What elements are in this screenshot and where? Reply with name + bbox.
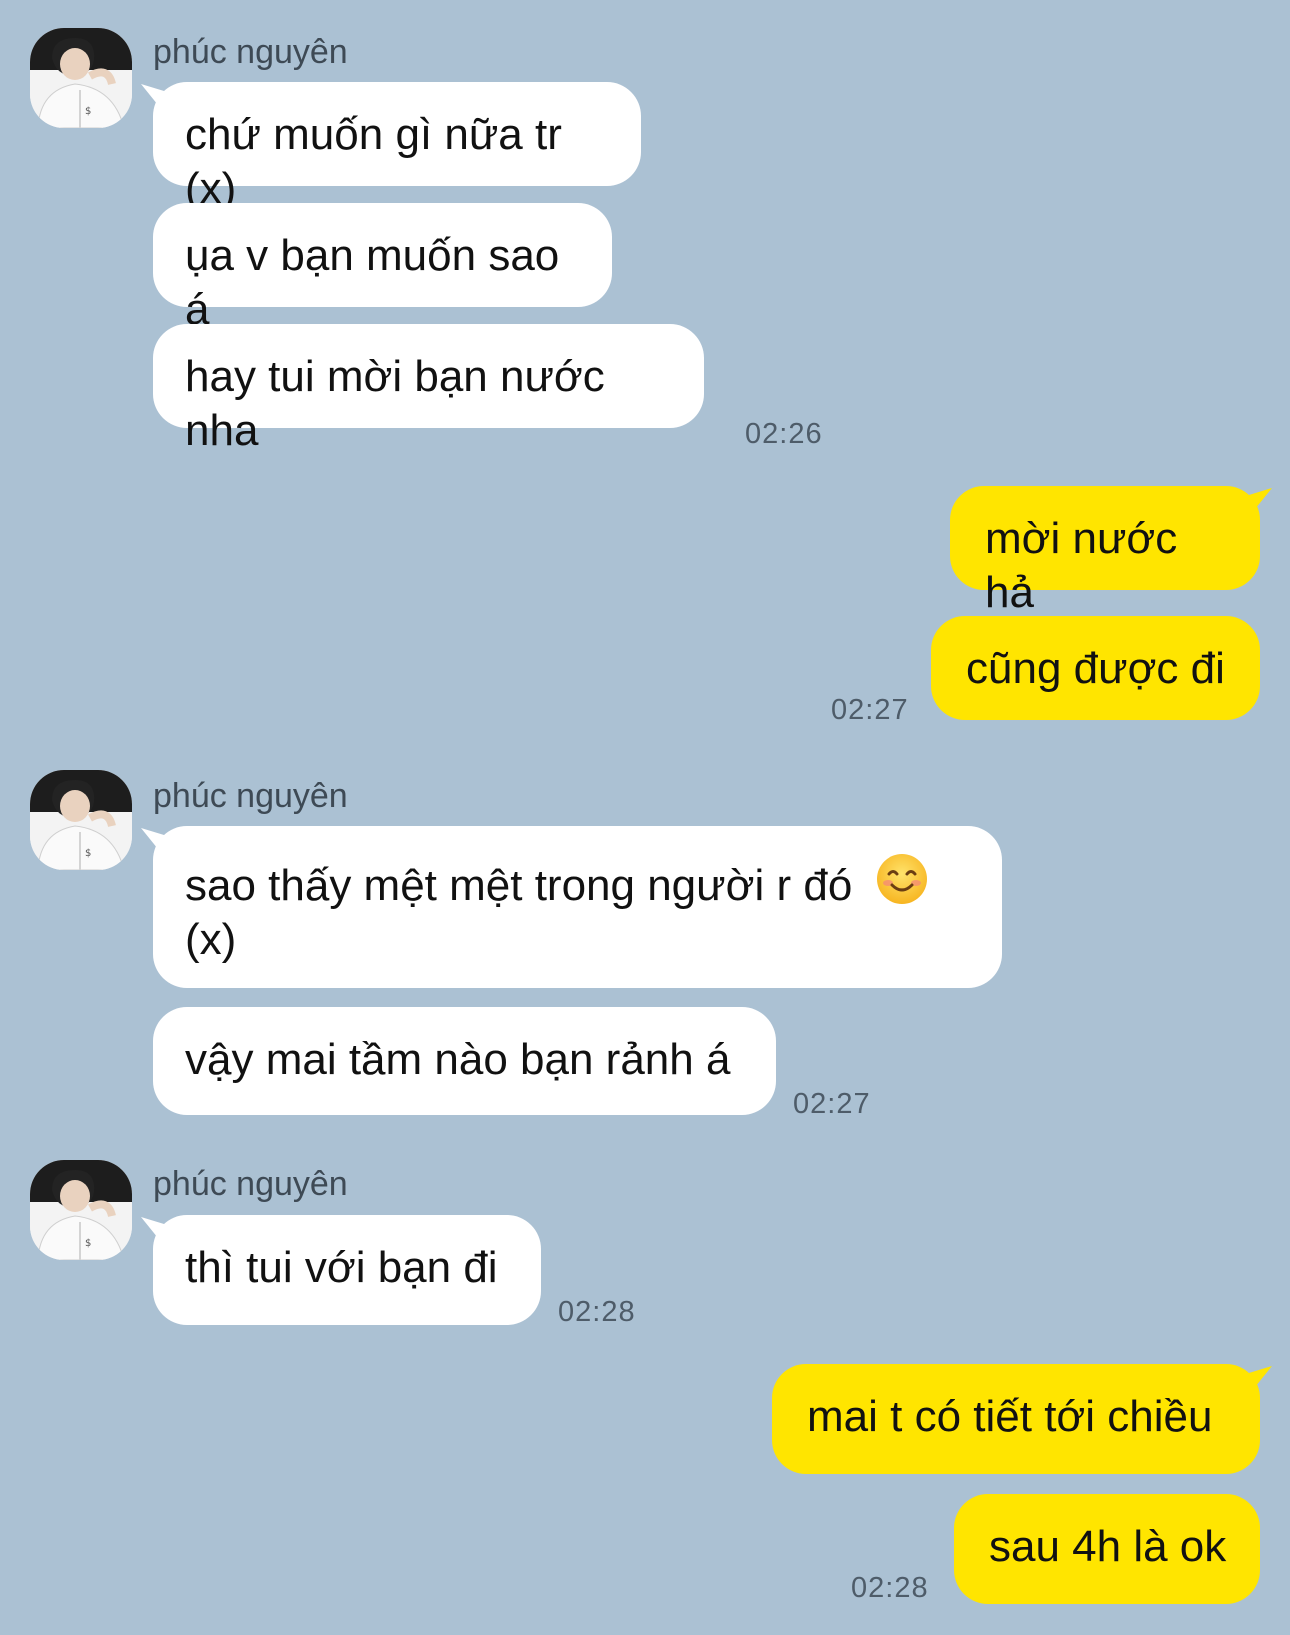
message-text: ụa v bạn muốn sao á <box>185 231 560 334</box>
message-text: cũng được đi <box>966 644 1225 693</box>
message-bubble-incoming[interactable]: sao thấy mệt mệt trong người r đó (x) <box>153 826 1002 988</box>
message-text: thì tui với bạn đi <box>185 1243 498 1292</box>
svg-text:$: $ <box>85 106 91 117</box>
avatar-photo-icon: $ <box>30 28 132 128</box>
message-timestamp: 02:27 <box>831 694 909 726</box>
sender-name: phúc nguyên <box>153 777 348 815</box>
sender-name: phúc nguyên <box>153 1165 348 1203</box>
message-bubble-outgoing[interactable]: mai t có tiết tới chiều <box>772 1364 1260 1474</box>
sender-name: phúc nguyên <box>153 33 348 71</box>
avatar-photo-icon: $ <box>30 1160 132 1260</box>
message-text: sao thấy mệt mệt trong người r đó <box>185 861 853 910</box>
message-text: mời nước hả <box>985 514 1178 617</box>
message-text-continuation: (x) <box>185 915 237 964</box>
message-bubble-outgoing[interactable]: mời nước hả <box>950 486 1260 617</box>
message-text: vậy mai tầm nào bạn rảnh á <box>185 1035 731 1084</box>
message-text: hay tui mời bạn nước nha <box>185 352 605 455</box>
sender-avatar[interactable]: $ <box>30 770 132 870</box>
sender-avatar[interactable]: $ <box>30 1160 132 1260</box>
message-bubble-incoming[interactable]: hay tui mời bạn nước nha <box>153 324 704 455</box>
avatar-photo-icon: $ <box>30 770 132 870</box>
message-bubble-incoming[interactable]: thì tui với bạn đi <box>153 1215 541 1325</box>
message-bubble-incoming[interactable]: chứ muốn gì nữa tr (x) <box>153 82 641 213</box>
message-text: mai t có tiết tới chiều <box>807 1392 1213 1441</box>
message-timestamp: 02:26 <box>745 418 823 450</box>
message-bubble-incoming[interactable]: vậy mai tầm nào bạn rảnh á <box>153 1007 776 1115</box>
message-bubble-incoming[interactable]: ụa v bạn muốn sao á <box>153 203 612 334</box>
message-text: sau 4h là ok <box>989 1522 1227 1571</box>
message-bubble-outgoing[interactable]: cũng được đi <box>931 616 1260 720</box>
message-bubble-outgoing[interactable]: sau 4h là ok <box>954 1494 1260 1604</box>
message-timestamp: 02:28 <box>558 1296 636 1328</box>
message-text: chứ muốn gì nữa tr (x) <box>185 110 562 213</box>
chat-thread: $ phúc nguyên chứ muốn gì nữa tr (x) ụa … <box>0 0 1290 1635</box>
message-timestamp: 02:27 <box>793 1088 871 1120</box>
svg-text:$: $ <box>85 1238 91 1249</box>
smiling-face-emoji-icon <box>876 854 927 904</box>
sender-avatar[interactable]: $ <box>30 28 132 128</box>
message-timestamp: 02:28 <box>851 1572 929 1604</box>
svg-text:$: $ <box>85 848 91 859</box>
